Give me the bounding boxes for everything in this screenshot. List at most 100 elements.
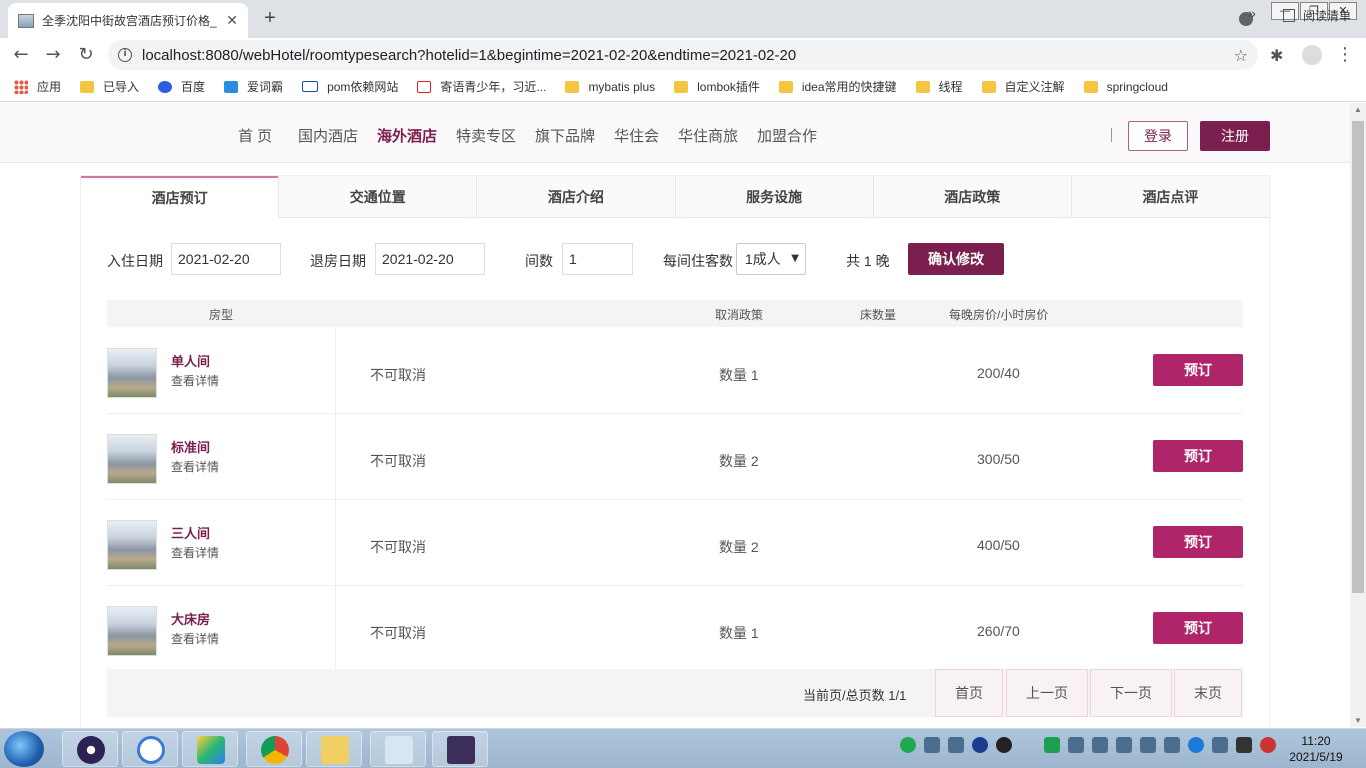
bookmark-item[interactable]: pom依赖网站 <box>302 78 398 95</box>
confirm-change-button[interactable]: 确认修改 <box>908 243 1004 275</box>
close-tab-icon[interactable]: ✕ <box>226 12 238 29</box>
profile-avatar-icon[interactable] <box>1302 45 1322 65</box>
room-detail-link[interactable]: 查看详情 <box>171 372 219 389</box>
media-tray-icon[interactable] <box>1044 737 1060 753</box>
book-button[interactable]: 预订 <box>1153 612 1243 644</box>
prev-page-button[interactable]: 上一页 <box>1006 669 1088 717</box>
room-photo[interactable] <box>107 520 157 570</box>
address-bar[interactable]: i localhost:8080/webHotel/roomtypesearch… <box>108 40 1258 70</box>
tab-policy[interactable]: 酒店政策 <box>872 176 1071 218</box>
bookmark-label: 应用 <box>37 80 62 94</box>
extensions-puzzle-icon[interactable]: ✱ <box>1270 46 1283 66</box>
tab-location[interactable]: 交通位置 <box>278 176 477 218</box>
bookmark-label: 线程 <box>938 80 963 94</box>
taskbar-clock[interactable]: 11:20 2021/5/19 <box>1282 733 1350 765</box>
nav-business-travel[interactable]: 华住商旅 <box>678 125 738 146</box>
taskbar-explorer[interactable] <box>306 731 362 767</box>
cancel-policy: 不可取消 <box>370 539 426 555</box>
bookmarks-more-icon[interactable]: » <box>1248 5 1256 21</box>
nav-special-sale[interactable]: 特卖专区 <box>456 125 516 146</box>
bookmark-item[interactable]: 自定义注解 <box>981 78 1065 95</box>
keyboard-icon[interactable] <box>924 737 940 753</box>
room-photo[interactable] <box>107 606 157 656</box>
nav-huazhu-club[interactable]: 华住会 <box>614 125 659 146</box>
nav-franchise[interactable]: 加盟合作 <box>757 125 817 146</box>
next-page-button[interactable]: 下一页 <box>1090 669 1172 717</box>
bookmark-item[interactable]: springcloud <box>1083 80 1168 94</box>
bookmark-item[interactable]: 线程 <box>915 78 963 95</box>
taskbar-media-player[interactable] <box>182 731 238 767</box>
bookmark-item[interactable]: 寄语青少年，习近... <box>417 78 546 95</box>
guests-select[interactable]: 1成人 ▼ <box>736 243 806 275</box>
room-name[interactable]: 大床房 <box>171 609 210 628</box>
book-button[interactable]: 预订 <box>1153 354 1243 386</box>
tab-booking[interactable]: 酒店预订 <box>81 176 279 218</box>
browser-tab[interactable]: 全季沈阳中街故宫酒店预订价格_ ✕ <box>8 3 248 38</box>
scroll-down-icon[interactable]: ▼ <box>1354 716 1362 725</box>
bookmark-item[interactable]: 爱词霸 <box>224 78 283 95</box>
signal-icon[interactable] <box>1236 737 1252 753</box>
bookmark-item[interactable]: 已导入 <box>80 78 139 95</box>
nav-brands[interactable]: 旗下品牌 <box>535 125 595 146</box>
first-page-button[interactable]: 首页 <box>935 669 1003 717</box>
bookmark-item[interactable]: 百度 <box>158 78 205 95</box>
room-name[interactable]: 三人间 <box>171 523 210 542</box>
bookmark-item[interactable]: lombok插件 <box>674 78 760 95</box>
rooms-count-input[interactable] <box>562 243 633 275</box>
reload-button[interactable]: ↻ <box>73 42 99 68</box>
taskbar-baidu-netdisk[interactable] <box>122 731 178 767</box>
back-button[interactable]: ← <box>8 42 34 68</box>
room-name[interactable]: 标准间 <box>171 437 210 456</box>
sogou-input-icon[interactable] <box>900 737 916 753</box>
bluetooth-icon[interactable] <box>972 737 988 753</box>
nav-overseas-hotels[interactable]: 海外酒店 <box>377 125 437 146</box>
forward-button[interactable]: → <box>40 42 66 68</box>
nav-home[interactable]: 首 页 <box>238 125 272 146</box>
bookmark-item[interactable]: idea常用的快捷键 <box>778 78 897 95</box>
page-viewport: 首 页 国内酒店 海外酒店 特卖专区 旗下品牌 华住会 华住商旅 加盟合作 登录… <box>0 103 1350 727</box>
reading-list-button[interactable]: 阅读清单 <box>1283 7 1351 24</box>
new-tab-button[interactable]: + <box>258 6 282 30</box>
browser-menu-icon[interactable]: ⋮ <box>1336 44 1354 65</box>
taskbar-notepad[interactable] <box>370 731 426 767</box>
room-detail-link[interactable]: 查看详情 <box>171 544 219 561</box>
monitor-icon[interactable] <box>1164 737 1180 753</box>
bookmark-item[interactable]: mybatis plus <box>565 80 655 94</box>
last-page-button[interactable]: 末页 <box>1174 669 1242 717</box>
nav-domestic-hotels[interactable]: 国内酒店 <box>298 125 358 146</box>
usb-icon[interactable] <box>1116 737 1132 753</box>
checkin-date-input[interactable] <box>171 243 281 275</box>
tab-facilities[interactable]: 服务设施 <box>674 176 873 218</box>
login-button[interactable]: 登录 <box>1128 121 1188 151</box>
scrollbar-thumb[interactable] <box>1352 121 1364 593</box>
start-button-icon[interactable] <box>4 731 44 767</box>
url-text[interactable]: localhost:8080/webHotel/roomtypesearch?h… <box>142 47 1234 64</box>
room-name[interactable]: 单人间 <box>171 351 210 370</box>
sync-icon[interactable] <box>1092 737 1108 753</box>
taskbar-chrome[interactable] <box>246 731 302 767</box>
register-button[interactable]: 注册 <box>1200 121 1270 151</box>
bookmark-star-icon[interactable]: ☆ <box>1234 46 1248 65</box>
room-detail-link[interactable]: 查看详情 <box>171 630 219 647</box>
bookmark-item[interactable]: 应用 <box>14 78 61 95</box>
network-share-icon[interactable] <box>1068 737 1084 753</box>
taskbar-javaee-ide[interactable] <box>432 731 488 767</box>
room-photo[interactable] <box>107 348 157 398</box>
room-photo[interactable] <box>107 434 157 484</box>
checkout-date-input[interactable] <box>375 243 485 275</box>
qq-icon[interactable] <box>996 737 1012 753</box>
tab-reviews[interactable]: 酒店点评 <box>1070 176 1270 218</box>
tab-introduction[interactable]: 酒店介绍 <box>476 176 675 218</box>
security-check-icon[interactable] <box>1140 737 1156 753</box>
room-detail-link[interactable]: 查看详情 <box>171 458 219 475</box>
taskbar-eclipse[interactable] <box>62 731 118 767</box>
shield-icon[interactable] <box>1188 737 1204 753</box>
volume-muted-icon[interactable] <box>1260 737 1276 753</box>
scroll-up-icon[interactable]: ▲ <box>1354 105 1362 114</box>
display-icon[interactable] <box>948 737 964 753</box>
clipboard-icon[interactable] <box>1212 737 1228 753</box>
page-scrollbar[interactable]: ▲ ▼ <box>1350 103 1366 727</box>
book-button[interactable]: 预订 <box>1153 440 1243 472</box>
site-info-icon[interactable]: i <box>118 48 132 62</box>
book-button[interactable]: 预订 <box>1153 526 1243 558</box>
